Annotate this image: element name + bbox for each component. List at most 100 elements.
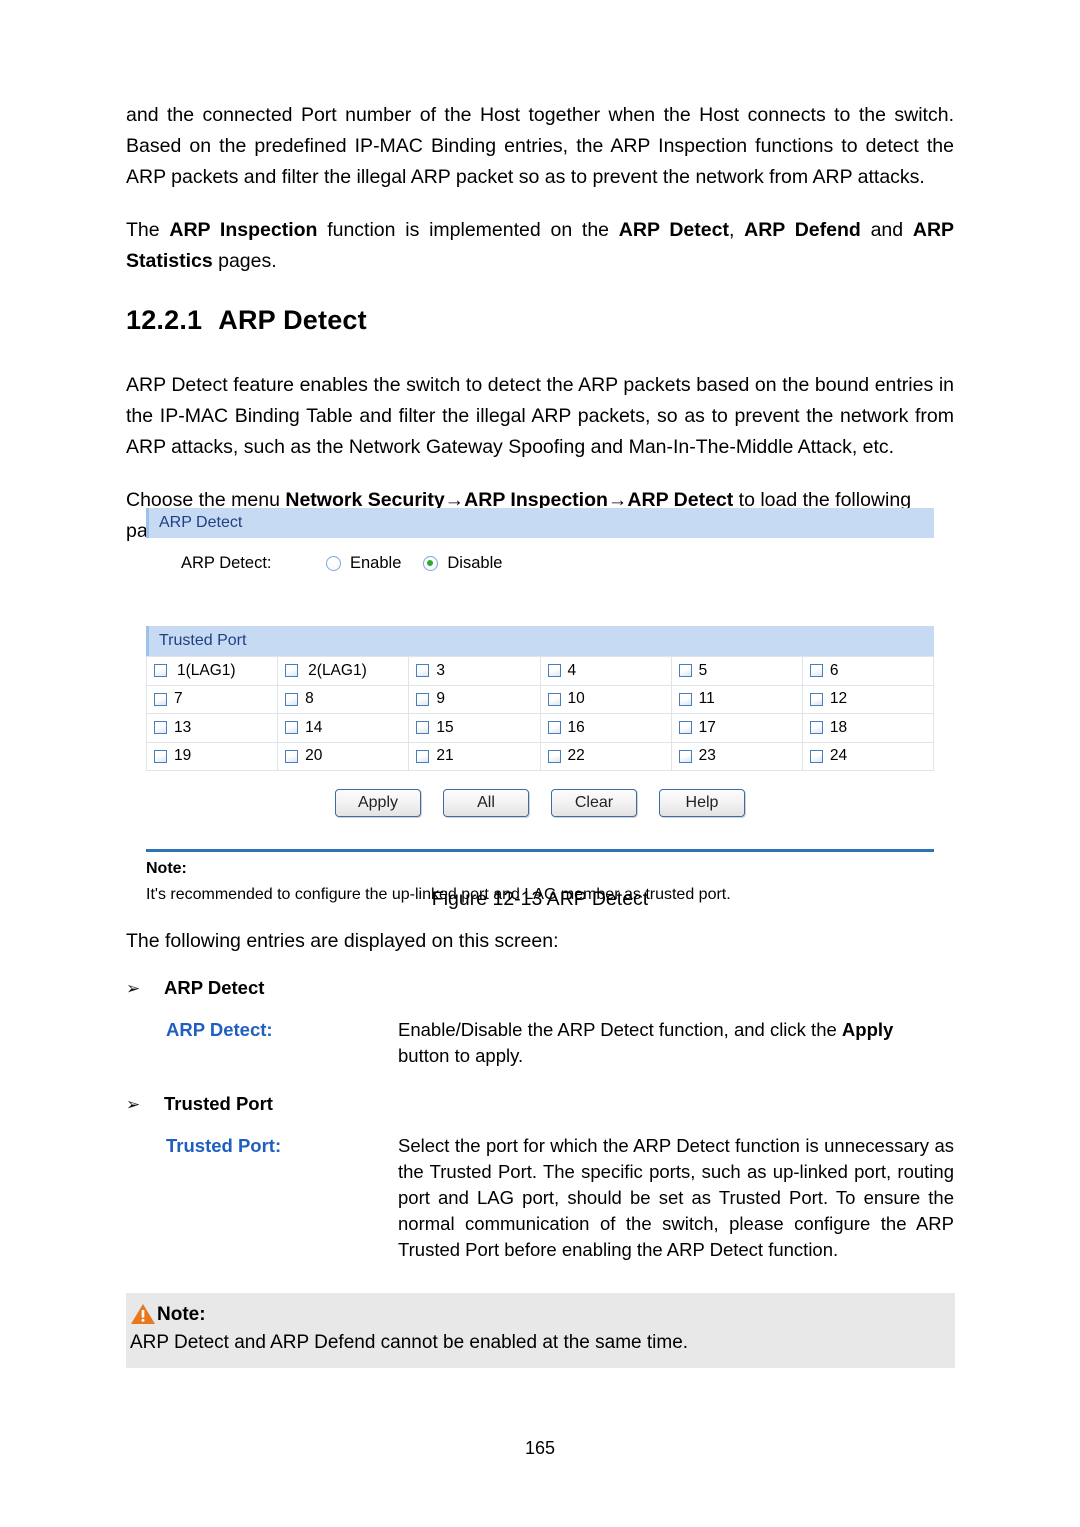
port-checkbox-cell[interactable]: 2(LAG1) xyxy=(278,657,410,686)
port-checkbox-cell[interactable]: 19 xyxy=(147,742,279,771)
checkbox-icon[interactable] xyxy=(809,749,823,763)
checkbox-icon[interactable] xyxy=(547,692,561,706)
port-label: 16 xyxy=(567,718,585,736)
port-checkbox-cell[interactable]: 1(LAG1) xyxy=(147,657,279,686)
all-button[interactable]: All xyxy=(443,789,529,817)
paragraph-section-body: ARP Detect feature enables the switch to… xyxy=(126,374,954,458)
port-label: 22 xyxy=(567,747,585,765)
checkbox-icon[interactable] xyxy=(285,664,299,678)
intro2-text-4: and xyxy=(860,219,913,241)
port-checkbox-cell[interactable]: 20 xyxy=(278,742,410,771)
port-checkbox-cell[interactable]: 15 xyxy=(409,714,541,743)
intro2-text-1: The xyxy=(126,219,170,241)
port-checkbox-cell[interactable]: 9 xyxy=(409,685,541,714)
panel-spacer xyxy=(146,610,934,626)
checkbox-icon[interactable] xyxy=(416,721,430,735)
port-checkbox-cell[interactable]: 14 xyxy=(278,714,410,743)
checkbox-icon[interactable] xyxy=(285,692,299,706)
checkbox-icon[interactable] xyxy=(547,721,561,735)
clear-button[interactable]: Clear xyxy=(551,789,637,817)
radio-enable-icon[interactable] xyxy=(326,556,341,571)
panel-bottom-spacer xyxy=(146,827,934,849)
page-content: and the connected Port number of the Hos… xyxy=(126,100,954,569)
port-label: 18 xyxy=(829,718,848,736)
checkbox-icon[interactable] xyxy=(547,749,561,763)
page-number: 165 xyxy=(524,1438,556,1458)
arp-detect-radio-group: Enable Disable xyxy=(326,554,524,573)
port-label: 23 xyxy=(698,747,716,765)
checkbox-icon[interactable] xyxy=(154,664,167,678)
checkbox-icon[interactable] xyxy=(285,721,299,735)
section-heading: 12.2.1 ARP Detect xyxy=(126,305,954,336)
port-checkbox-cell[interactable]: 12 xyxy=(802,685,934,714)
port-label: 2(LAG1) xyxy=(308,661,367,679)
apply-button[interactable]: Apply xyxy=(335,789,421,817)
port-label: 21 xyxy=(436,747,454,765)
port-checkbox-cell[interactable]: 16 xyxy=(540,714,672,743)
port-checkbox-cell[interactable]: 13 xyxy=(147,714,279,743)
warning-triangle-icon xyxy=(130,1303,156,1326)
checkbox-icon[interactable] xyxy=(678,721,692,735)
port-label: 1(LAG1) xyxy=(177,661,236,679)
checkbox-icon[interactable] xyxy=(678,692,692,706)
port-checkbox-cell[interactable]: 23 xyxy=(671,742,803,771)
checkbox-icon[interactable] xyxy=(547,664,561,678)
arrow-bullet-icon: ➢ xyxy=(126,979,141,998)
port-checkbox-cell[interactable]: 18 xyxy=(802,714,934,743)
arp-detect-field-label: ARP Detect: xyxy=(181,554,272,572)
port-checkbox-cell[interactable]: 17 xyxy=(671,714,803,743)
desc1-text-1: Enable/Disable the ARP Detect function, … xyxy=(398,1019,842,1040)
port-label: 20 xyxy=(305,747,323,765)
port-label: 11 xyxy=(698,690,715,708)
port-checkbox-cell[interactable]: 10 xyxy=(540,685,672,714)
checkbox-icon[interactable] xyxy=(678,664,692,678)
intro2-text-2: function is implemented on the xyxy=(317,219,619,241)
port-checkbox-cell[interactable]: 6 xyxy=(802,657,934,686)
definition-desc-trusted-port: Select the port for which the ARP Detect… xyxy=(398,1135,954,1260)
checkbox-icon[interactable] xyxy=(416,749,430,763)
desc1-text-2: button to apply. xyxy=(398,1045,524,1066)
checkbox-icon[interactable] xyxy=(416,692,430,706)
port-checkbox-cell[interactable]: 24 xyxy=(802,742,934,771)
port-checkbox-cell[interactable]: 7 xyxy=(147,685,279,714)
intro2-text-5: pages. xyxy=(212,250,277,272)
checkbox-icon[interactable] xyxy=(678,749,692,763)
definition-trusted-port: Trusted Port: Select the port for which … xyxy=(126,1133,954,1263)
checkbox-icon[interactable] xyxy=(285,749,299,763)
panel-header-arp-detect: ARP Detect xyxy=(146,508,934,538)
port-checkbox-cell[interactable]: 8 xyxy=(278,685,410,714)
port-label: 19 xyxy=(174,747,192,765)
entries-intro: The following entries are displayed on t… xyxy=(126,930,559,952)
port-checkbox-cell[interactable]: 5 xyxy=(671,657,803,686)
definition-term-trusted-port: Trusted Port: xyxy=(166,1135,282,1156)
section-title: ARP Detect xyxy=(218,305,367,335)
port-checkbox-cell[interactable]: 21 xyxy=(409,742,541,771)
port-checkbox-cell[interactable]: 4 xyxy=(540,657,672,686)
help-button[interactable]: Help xyxy=(659,789,745,817)
checkbox-icon[interactable] xyxy=(809,721,823,735)
checkbox-icon[interactable] xyxy=(154,749,167,763)
checkbox-icon[interactable] xyxy=(809,692,823,706)
bottom-note-box: Note: ARP Detect and ARP Defend cannot b… xyxy=(126,1293,955,1368)
bullet-arp-detect: ➢ ARP Detect xyxy=(126,977,954,999)
radio-option-disable[interactable]: Disable xyxy=(423,554,502,573)
port-checkbox-cell[interactable]: 22 xyxy=(540,742,672,771)
port-label: 5 xyxy=(698,661,708,679)
trusted-port-grid: 1(LAG1) 2(LAG1) 3 4 5 6 7 8 9 10 11 12 13 14 15 16 17 18 1… xyxy=(146,656,934,771)
bottom-note-title: Note: xyxy=(157,1303,206,1325)
port-checkbox-cell[interactable]: 11 xyxy=(671,685,803,714)
checkbox-icon[interactable] xyxy=(809,664,823,678)
radio-option-enable[interactable]: Enable xyxy=(326,554,401,573)
port-checkbox-cell[interactable]: 3 xyxy=(409,657,541,686)
radio-disable-icon[interactable] xyxy=(423,556,439,571)
checkbox-icon[interactable] xyxy=(154,692,167,706)
radio-enable-label: Enable xyxy=(350,554,402,572)
checkbox-icon[interactable] xyxy=(154,721,167,735)
panel-button-row: Apply All Clear Help xyxy=(146,771,934,827)
port-label: 3 xyxy=(436,661,445,679)
bottom-note-text: ARP Detect and ARP Defend cannot be enab… xyxy=(130,1332,689,1353)
port-label: 9 xyxy=(436,690,445,708)
bottom-note-header: Note: xyxy=(126,1303,955,1326)
port-label: 10 xyxy=(567,690,585,708)
checkbox-icon[interactable] xyxy=(416,664,430,678)
